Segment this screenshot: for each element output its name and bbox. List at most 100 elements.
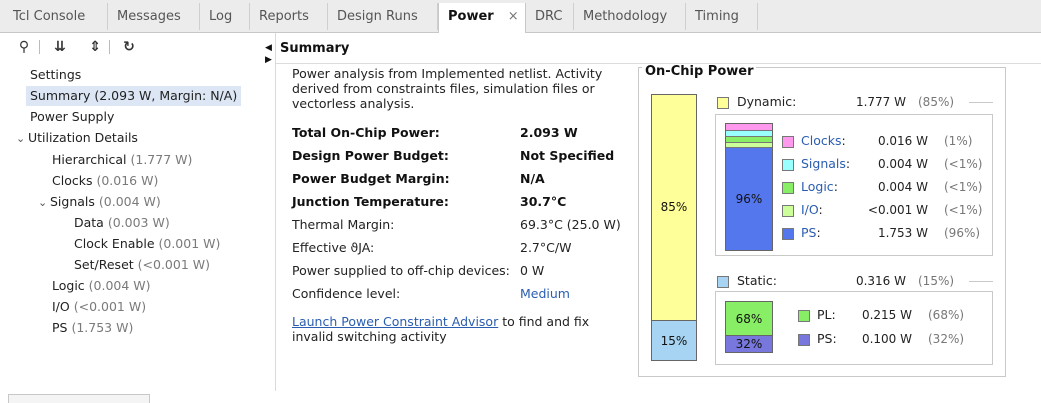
- tab-label: Messages: [117, 9, 181, 24]
- tree-item-logic[interactable]: Logic (0.004 W): [52, 276, 151, 296]
- dynamic-breakdown-legend-item: I/O:: [782, 201, 823, 219]
- static-percent-label: 68%: [735, 312, 763, 326]
- tree-item-label: Utilization Details: [28, 130, 138, 145]
- collapse-all-icon[interactable]: ⇊: [51, 38, 69, 56]
- tree-item-label: PS: [52, 320, 68, 335]
- row-value: N/A: [520, 171, 545, 186]
- tab-label: Power: [448, 9, 494, 24]
- tree-item-utilization-details[interactable]: ⌄ Utilization Details: [16, 128, 138, 148]
- advisor-text: Launch Power Constraint Advisor to find …: [292, 314, 622, 344]
- legend-percent: (<1%): [944, 180, 983, 194]
- tree-item-label: Signals: [50, 194, 95, 209]
- tab-label: Reports: [259, 9, 309, 24]
- dynamic-breakdown-legend-item: Logic:: [782, 178, 838, 196]
- tree-item-value: (0.016 W): [96, 173, 159, 188]
- tree-item-ps[interactable]: PS (1.753 W): [52, 318, 133, 338]
- legend-swatch: [782, 204, 794, 217]
- tree-item-data[interactable]: Data (0.003 W): [74, 213, 170, 233]
- tree-item-value: (0.004 W): [98, 194, 161, 209]
- splitter-collapse-handle[interactable]: ◀ ▶: [265, 42, 272, 66]
- tree-item-value: (1.777 W): [130, 152, 193, 167]
- tree-item-label: Settings: [30, 67, 82, 82]
- row-value: 69.3°C (25.0 W): [520, 217, 621, 232]
- tab-label: DRC: [535, 9, 563, 24]
- dynamic-breakdown-legend-item: PS:: [782, 224, 821, 242]
- row-key: Total On-Chip Power:: [292, 125, 440, 140]
- tab-log[interactable]: Log: [200, 3, 250, 30]
- legend-link[interactable]: Logic: [801, 179, 834, 194]
- tree-item-signals[interactable]: ⌄ Signals (0.004 W): [38, 192, 161, 212]
- row-key: Junction Temperature:: [292, 194, 449, 209]
- legend-percent: (32%): [928, 332, 965, 346]
- tab-messages[interactable]: Messages: [108, 3, 200, 30]
- dynamic-breakdown-segment: [726, 124, 772, 131]
- toolbar-divider: [109, 40, 110, 54]
- legend-link[interactable]: Signals: [801, 156, 846, 171]
- legend-swatch: [798, 309, 810, 322]
- static-breakdown-segment: 68%: [726, 302, 772, 336]
- off-chip-power-row: Power supplied to off-chip devices: 0 W: [292, 261, 622, 281]
- tab-power[interactable]: Power ×: [438, 3, 526, 33]
- tree-item-summary[interactable]: Summary (2.093 W, Margin: N/A): [26, 86, 242, 106]
- row-value: 2.093 W: [520, 125, 578, 140]
- tree-item-settings[interactable]: Settings: [30, 65, 81, 85]
- static-value: 0.316 W: [855, 274, 906, 288]
- row-key: Effective ϑJA:: [292, 240, 375, 255]
- legend-colon: :: [833, 179, 838, 194]
- legend-link[interactable]: I/O: [801, 202, 819, 217]
- tree-item-label: Set/Reset: [74, 257, 134, 272]
- legend-percent: (<1%): [944, 157, 983, 171]
- close-icon[interactable]: ×: [508, 9, 519, 24]
- expand-all-icon[interactable]: ⇕: [86, 38, 104, 56]
- legend-label: PL:: [817, 307, 836, 322]
- report-navigation-panel: ⚲ ⇊ ⇕ ↻ Settings Summary (2.093 W, Margi…: [7, 33, 276, 391]
- legend-swatch: [782, 181, 794, 194]
- tree-item-value: (0.003 W): [107, 215, 170, 230]
- static-breakdown-legend-item: PL:: [798, 306, 836, 324]
- junction-temp-row: Junction Temperature: 30.7°C: [292, 192, 622, 212]
- tree-item-value: (<0.001 W): [137, 257, 210, 272]
- legend-divider: [969, 102, 993, 103]
- tree-item-label: Summary (2.093 W, Margin: N/A): [30, 88, 238, 103]
- dynamic-breakdown-legend-item: Clocks:: [782, 132, 846, 150]
- row-key: Design Power Budget:: [292, 148, 449, 163]
- tab-drc[interactable]: DRC: [526, 3, 574, 30]
- tree-item-io[interactable]: I/O (<0.001 W): [52, 297, 146, 317]
- chevron-down-icon[interactable]: ⌄: [16, 129, 28, 149]
- tab-timing[interactable]: Timing: [686, 3, 758, 30]
- legend-link[interactable]: PS: [801, 225, 816, 240]
- legend-percent: (<1%): [944, 203, 983, 217]
- tab-reports[interactable]: Reports: [250, 3, 328, 30]
- legend-percent: (68%): [928, 308, 965, 322]
- legend-colon: :: [816, 225, 821, 240]
- row-key: Confidence level:: [292, 286, 401, 301]
- chevron-down-icon[interactable]: ⌄: [38, 193, 50, 213]
- power-constraint-advisor-link[interactable]: Launch Power Constraint Advisor: [292, 314, 498, 329]
- confidence-level-row: Confidence level: Medium: [292, 284, 622, 304]
- row-key: Thermal Margin:: [292, 217, 395, 232]
- static-percent-label: 32%: [735, 337, 763, 351]
- tab-methodology[interactable]: Methodology: [574, 3, 686, 30]
- refresh-icon[interactable]: ↻: [120, 38, 138, 56]
- tree-toolbar: ⚲ ⇊ ⇕ ↻: [7, 33, 275, 61]
- tree-item-label: I/O: [52, 299, 70, 314]
- toolbar-divider: [39, 40, 40, 54]
- legend-value: 0.004 W: [877, 180, 928, 194]
- tree-item-power-supply[interactable]: Power Supply: [30, 107, 114, 127]
- bottom-panel-tab[interactable]: [8, 394, 150, 403]
- tab-design-runs[interactable]: Design Runs: [328, 3, 438, 30]
- confidence-level-link[interactable]: Medium: [520, 284, 570, 304]
- tab-tcl-console[interactable]: Tcl Console: [4, 3, 108, 30]
- tree-item-clock-enable[interactable]: Clock Enable (0.001 W): [74, 234, 220, 254]
- ps-percent-label: 96%: [735, 192, 763, 206]
- legend-link[interactable]: Clocks: [801, 133, 841, 148]
- tree-item-value: (1.753 W): [71, 320, 134, 335]
- static-breakdown-legend-item: PS:: [798, 330, 837, 348]
- row-value: Not Specified: [520, 148, 615, 163]
- tree-item-hierarchical[interactable]: Hierarchical (1.777 W): [52, 150, 192, 170]
- tree-item-clocks[interactable]: Clocks (0.016 W): [52, 171, 158, 191]
- static-swatch: [717, 275, 729, 288]
- search-icon[interactable]: ⚲: [15, 38, 33, 56]
- tree-item-label: Power Supply: [30, 109, 115, 124]
- tree-item-set-reset[interactable]: Set/Reset (<0.001 W): [74, 255, 210, 275]
